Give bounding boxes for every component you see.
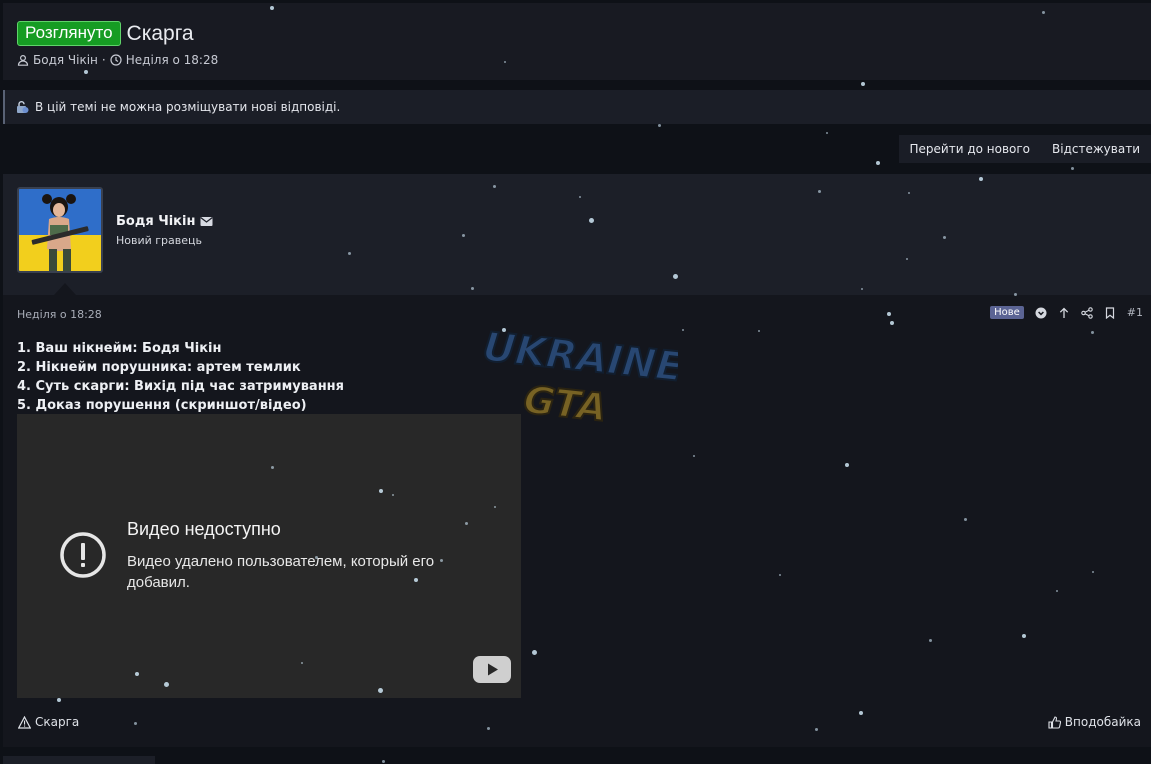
youtube-logo-icon[interactable] (473, 656, 511, 683)
post-body: 1. Ваш нікнейм: Бодя Чікін 2. Нікнейм по… (17, 339, 344, 415)
arrow-up-icon[interactable] (1058, 307, 1070, 319)
post-username[interactable]: Бодя Чікін (116, 214, 214, 229)
snowflake (826, 132, 828, 134)
envelope-icon (200, 217, 214, 226)
page-title: Скарга (126, 21, 194, 45)
report-label: Скарга (35, 715, 80, 729)
post-line: 4. Суть скарги: Вихід під час затримуван… (17, 379, 344, 394)
title-row: Розглянуто Скарга (17, 21, 194, 46)
warning-triangle-icon (18, 715, 31, 729)
alert-circle-icon (60, 532, 106, 578)
new-badge: Нове (990, 306, 1024, 319)
footer-strip (3, 756, 155, 764)
watermark-line1: UKRAINE (481, 324, 678, 391)
thread-header: Розглянуто Скарга Бодя Чікін · Неділя о … (3, 3, 1151, 80)
post-line: 1. Ваш нікнейм: Бодя Чікін (17, 341, 222, 356)
post-line: 5. Доказ порушення (скриншот/відео) (17, 398, 307, 413)
bookmark-icon[interactable] (1104, 306, 1116, 319)
video-embed[interactable]: Видео недоступно Видео удалено пользоват… (17, 414, 521, 698)
status-badge[interactable]: Розглянуто (17, 21, 121, 46)
share-icon[interactable] (1081, 306, 1093, 319)
snowflake (381, 759, 385, 763)
goto-new-button[interactable]: Перейти до нового (899, 135, 1042, 163)
post-arrow (54, 283, 76, 295)
lock-icon (17, 101, 29, 113)
post-tools: Нове #1 (990, 306, 1143, 319)
thumbs-up-icon (1048, 715, 1061, 729)
snowflake (876, 161, 880, 165)
post: Бодя Чікін Новий гравець Неділя о 18:28 … (3, 174, 1151, 747)
like-label: Вподобайка (1064, 715, 1141, 729)
chevron-down-circle-icon[interactable] (1035, 307, 1047, 319)
post-date-link[interactable]: Неділя о 18:28 (17, 308, 102, 321)
video-error-message: Видео удалено пользователем, который его… (127, 553, 435, 591)
video-error-title: Видео недоступно (127, 519, 281, 539)
ukraine-gta-watermark-logo: UKRAINE GTA (480, 323, 678, 431)
thread-actions: Перейти до нового Відстежувати (898, 135, 1151, 163)
report-button[interactable]: Скарга (18, 715, 79, 729)
avatar[interactable] (17, 187, 103, 273)
post-username-text: Бодя Чікін (116, 214, 196, 229)
watch-button[interactable]: Відстежувати (1041, 135, 1151, 163)
snowflake (861, 82, 865, 86)
like-button[interactable]: Вподобайка (1048, 715, 1141, 729)
snowflake (1070, 166, 1074, 170)
watermark-line2: GTA (522, 377, 609, 429)
locked-notice: В цій темі не можна розміщувати нові від… (3, 90, 1151, 124)
locked-notice-text: В цій темі не можна розміщувати нові від… (35, 100, 341, 114)
post-number-link[interactable]: #1 (1127, 306, 1143, 319)
user-icon (17, 54, 29, 66)
post-line: 2. Нікнейм порушника: артем темлик (17, 360, 301, 375)
meta-separator: · (101, 53, 106, 67)
avatar-image (19, 189, 101, 271)
thread-date-link[interactable]: Неділя о 18:28 (126, 53, 218, 67)
post-user-header: Бодя Чікін Новий гравець (3, 174, 1151, 295)
thread-meta: Бодя Чікін · Неділя о 18:28 (17, 53, 218, 67)
clock-icon (110, 54, 122, 66)
thread-author-link[interactable]: Бодя Чікін (33, 53, 98, 67)
user-rank: Новий гравець (116, 234, 203, 247)
